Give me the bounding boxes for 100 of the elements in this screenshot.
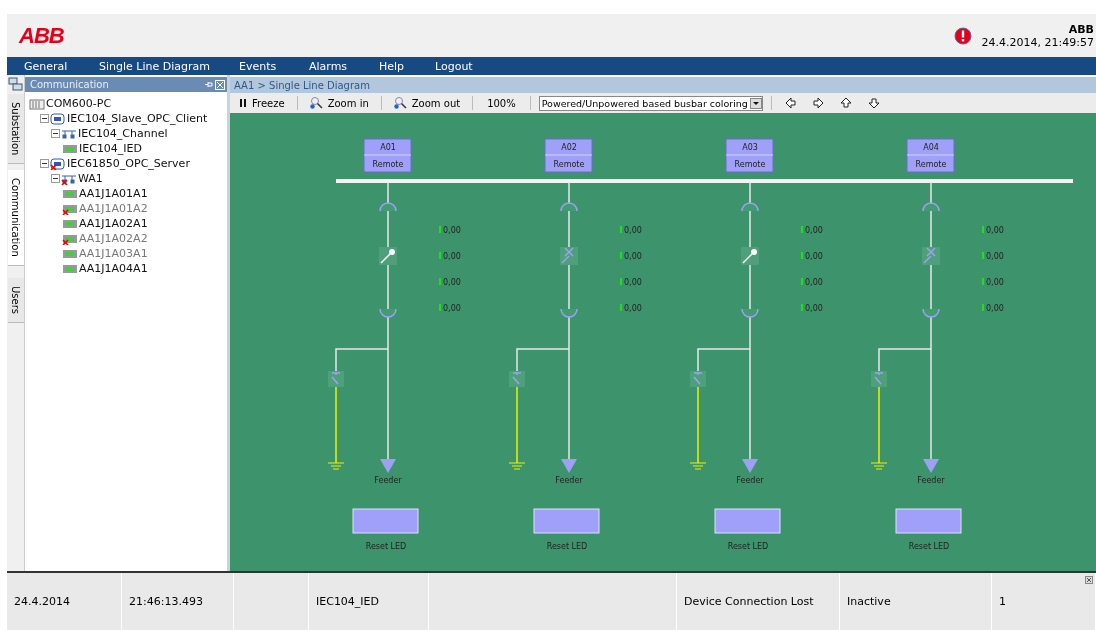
- zoom-in-button[interactable]: Zoom in: [305, 97, 373, 109]
- tree-item[interactable]: AA1J1A01A1: [79, 187, 148, 200]
- collapse-icon[interactable]: [51, 129, 60, 138]
- reset-led-label: Reset LED: [365, 542, 407, 551]
- feeder-arrow-icon: [923, 459, 939, 473]
- freeze-button[interactable]: Freeze: [236, 97, 289, 109]
- measurement-indicator-icon: [801, 226, 803, 233]
- ground-icon: [689, 462, 707, 470]
- feeder-arrow-icon: [561, 459, 577, 473]
- network-icon: [61, 127, 77, 140]
- ground-icon: [508, 462, 526, 470]
- collapse-icon[interactable]: [51, 174, 60, 183]
- feeder-label: Feeder: [917, 476, 945, 485]
- logo: ABB: [19, 22, 64, 49]
- menu-item[interactable]: Events: [222, 59, 292, 73]
- zoom-in-icon: [309, 97, 323, 109]
- collapse-icon[interactable]: [40, 159, 49, 168]
- tree-item[interactable]: IEC104_Channel: [78, 127, 168, 140]
- disconnector-icon: [560, 308, 578, 318]
- measurement-indicator-icon: [439, 252, 441, 259]
- arrow-up-icon[interactable]: [839, 97, 852, 109]
- earth-switch-icon: [328, 371, 344, 387]
- measurement-value: 0,00: [624, 278, 642, 287]
- measurement-indicator-icon: [982, 226, 984, 233]
- zoom-out-icon: [393, 97, 407, 109]
- arrow-left-icon[interactable]: [783, 97, 796, 109]
- pause-icon: [240, 99, 247, 107]
- menu-item[interactable]: Help: [362, 59, 418, 73]
- reset-led-label: Reset LED: [546, 542, 588, 551]
- event-state: Inactive: [840, 573, 992, 630]
- opc-server-icon: [50, 157, 66, 170]
- event-date: 24.4.2014: [7, 573, 122, 630]
- measurement-indicator-icon: [620, 226, 622, 233]
- measurement-value: 0,00: [624, 226, 642, 235]
- event-message: Device Connection Lost: [677, 573, 840, 630]
- collapse-icon[interactable]: [40, 114, 49, 123]
- device-icon: [62, 247, 78, 260]
- measurement-value: 0,00: [805, 278, 823, 287]
- disconnector-icon: [379, 202, 397, 212]
- tree-item[interactable]: IEC61850_OPC_Server: [67, 157, 190, 170]
- measurement-indicator-icon: [439, 278, 441, 285]
- arrow-right-icon[interactable]: [811, 97, 824, 109]
- tree-item[interactable]: COM600-PC: [46, 97, 112, 110]
- measurement-indicator-icon: [801, 304, 803, 311]
- measurement-value: 0,00: [986, 252, 1004, 261]
- zoom-out-button[interactable]: Zoom out: [389, 97, 465, 109]
- menu-item[interactable]: General: [7, 59, 82, 73]
- alert-icon[interactable]: [953, 26, 972, 45]
- tree-item[interactable]: WA1: [78, 172, 103, 185]
- zoom-level: 100%: [486, 97, 517, 109]
- device-icon: [62, 262, 78, 275]
- feeder-arrow-icon: [380, 459, 396, 473]
- menu-item[interactable]: Single Line Diagram: [82, 59, 222, 73]
- coloring-dropdown[interactable]: Powered/Unpowered based busbar coloring: [538, 95, 763, 111]
- breadcrumb: AA1 > Single Line Diagram: [230, 77, 1096, 93]
- reset-led-label: Reset LED: [727, 542, 769, 551]
- measurement-indicator-icon: [620, 252, 622, 259]
- measurement-indicator-icon: [439, 304, 441, 311]
- measurement-indicator-icon: [620, 304, 622, 311]
- device-icon: [62, 142, 78, 155]
- measurement-value: 0,00: [986, 226, 1004, 235]
- measurement-value: 0,00: [443, 252, 461, 261]
- network-icon: [61, 172, 77, 185]
- measurement-indicator-icon: [982, 304, 984, 311]
- side-tab[interactable]: Substation: [7, 94, 24, 165]
- side-tab[interactable]: Users: [7, 278, 24, 324]
- tree-item[interactable]: AA1J1A04A1: [79, 262, 148, 275]
- disconnector-icon: [922, 308, 940, 318]
- tree-item[interactable]: IEC104_Slave_OPC_Client: [67, 112, 208, 125]
- computer-icon: [29, 97, 45, 110]
- disconnector-icon: [741, 308, 759, 318]
- measurement-value: 0,00: [443, 278, 461, 287]
- feeder-label: Feeder: [736, 476, 764, 485]
- bay-button[interactable]: A03 Remote: [725, 138, 774, 173]
- earth-switch-icon: [871, 371, 887, 387]
- menu-item[interactable]: Logout: [418, 59, 478, 73]
- menu-item[interactable]: Alarms: [292, 59, 362, 73]
- close-icon[interactable]: [1085, 576, 1093, 584]
- pin-icon[interactable]: [204, 79, 213, 89]
- measurement-value: 0,00: [443, 226, 461, 235]
- event-object: IEC104_IED: [309, 573, 429, 630]
- network-computers-icon[interactable]: [8, 77, 23, 92]
- measurement-indicator-icon: [982, 278, 984, 285]
- panel-title: Communication: [30, 79, 109, 90]
- disconnector-icon: [379, 308, 397, 318]
- arrow-down-icon[interactable]: [867, 97, 880, 109]
- device-icon: [62, 187, 78, 200]
- disconnector-icon: [922, 202, 940, 212]
- event-time: 21:46:13.493: [122, 573, 234, 630]
- feeder-label: Feeder: [374, 476, 402, 485]
- opc-server-icon: [50, 112, 66, 125]
- bay-button[interactable]: A02 Remote: [544, 138, 593, 173]
- bay-button[interactable]: A04 Remote: [906, 138, 955, 173]
- bay-button[interactable]: A01 Remote: [363, 138, 412, 173]
- measurement-value: 0,00: [805, 252, 823, 261]
- tree-item[interactable]: AA1J1A02A1: [79, 217, 148, 230]
- ground-icon: [327, 462, 345, 470]
- side-tab[interactable]: Communication: [7, 170, 24, 267]
- tree-item[interactable]: IEC104_IED: [79, 142, 143, 155]
- feeder-label: Feeder: [555, 476, 583, 485]
